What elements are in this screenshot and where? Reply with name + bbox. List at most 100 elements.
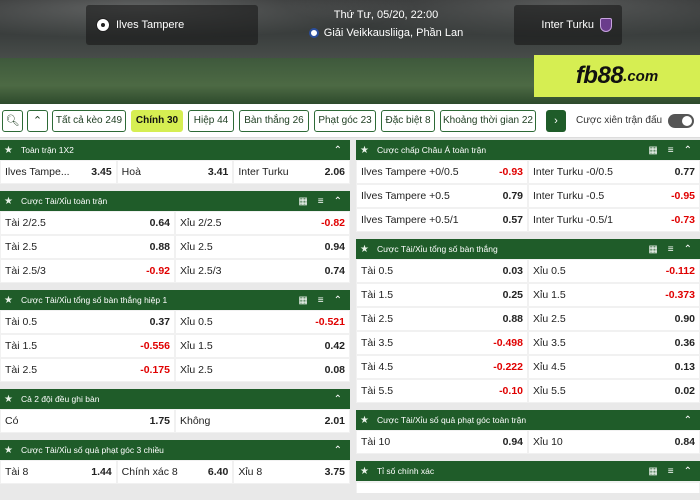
odds-cell[interactable]: Xỉu 10 0.84	[529, 431, 699, 453]
chevron-up-icon[interactable]: ⌃	[334, 145, 342, 156]
odds-cell[interactable]: Inter Turku 2.06	[234, 161, 350, 183]
odds-cell[interactable]: Xỉu 8 3.75	[234, 461, 350, 483]
star-icon[interactable]: ★	[4, 394, 13, 405]
selection-label: Xỉu 2/2.5	[180, 217, 222, 229]
odds-cell[interactable]: Không 2.01	[176, 410, 349, 432]
star-icon[interactable]: ★	[4, 145, 13, 156]
market-header[interactable]: ★ Tỉ số chính xác ▦ ≡ ⌃	[356, 461, 700, 481]
odds-cell[interactable]: Tài 0.5 0.03	[357, 260, 527, 282]
odds-cell[interactable]: Ilves Tampe... 3.45	[1, 161, 116, 183]
star-icon[interactable]: ★	[360, 415, 369, 426]
market-header[interactable]: ★ Cược Tài/Xỉu số quả phạt góc 3 chiều ⌃	[0, 440, 350, 460]
odds-cell[interactable]: Tài 4.5 -0.222	[357, 356, 527, 378]
odds-row: Ilves Tampere +0/0.5 -0.93 Inter Turku -0/…	[356, 160, 700, 184]
grid-icon[interactable]: ▦	[648, 244, 657, 255]
odds-cell[interactable]: Xỉu 1.5 0.42	[176, 335, 349, 357]
odds-cell[interactable]: Tài 8 1.44	[1, 461, 116, 483]
odds-cell[interactable]: Xỉu 1.5 -0.373	[529, 284, 699, 306]
grid-icon[interactable]: ▦	[298, 196, 307, 207]
search-icon[interactable]: 🔍︎	[2, 109, 23, 132]
tab-3[interactable]: Bàn thắng 26	[239, 109, 309, 132]
tab-6[interactable]: Khoảng thời gian 22	[440, 109, 536, 132]
selection-label: Tài 2/2.5	[5, 217, 46, 229]
odds-cell[interactable]: Xỉu 5.5 0.02	[529, 380, 699, 402]
chevron-up-icon[interactable]: ⌃	[684, 466, 692, 477]
sliders-icon[interactable]: ≡	[668, 244, 674, 255]
odds-cell[interactable]: Tài 2.5 -0.175	[1, 359, 174, 381]
odds-cell[interactable]: Tài 5.5 -0.10	[357, 380, 527, 402]
odds-cell[interactable]: Tài 2.5/3 -0.92	[1, 260, 174, 282]
star-icon[interactable]: ★	[360, 145, 369, 156]
odds-cell[interactable]: Tài 1.5 -0.556	[1, 335, 174, 357]
chevron-right-icon[interactable]: ›	[546, 109, 566, 132]
odds-cell[interactable]: Xỉu 2/2.5 -0.82	[176, 212, 349, 234]
chevron-up-icon[interactable]: ⌃	[334, 196, 342, 207]
odds-cell[interactable]: Inter Turku -0/0.5 0.77	[529, 161, 699, 183]
grid-icon[interactable]: ▦	[298, 295, 307, 306]
odds-cell[interactable]: Chính xác 8 6.40	[117, 461, 233, 483]
odds-cell[interactable]: Tài 1.5 0.25	[357, 284, 527, 306]
market-header[interactable]: ★ Toàn trận 1X2 ⌃	[0, 140, 350, 160]
odds-cell[interactable]: Xỉu 2.5 0.90	[529, 308, 699, 330]
odds-cell[interactable]: Có 1.75	[1, 410, 174, 432]
chevron-up-icon[interactable]: ⌃	[334, 394, 342, 405]
market-header[interactable]: ★ Cược Tài/Xỉu tổng số bàn thắng hiệp 1 ▦ ≡…	[0, 290, 350, 310]
sliders-icon[interactable]: ≡	[318, 196, 324, 207]
market-header[interactable]: ★ Cược Tài/Xỉu tổng số bàn thắng ▦ ≡ ⌃	[356, 239, 700, 259]
tab-2[interactable]: Hiệp 44	[188, 109, 234, 132]
tab-4[interactable]: Phạt góc 23	[314, 109, 376, 132]
star-icon[interactable]: ★	[360, 466, 369, 477]
odds-row: Tài 2.5 -0.175 Xỉu 2.5 0.08	[0, 358, 350, 382]
odds-value: -0.93	[499, 166, 523, 178]
odds-cell[interactable]: Tài 0.5 0.37	[1, 311, 174, 333]
selection-label: Không	[180, 415, 211, 427]
market-header[interactable]: ★ Cược Tài/Xỉu số quả phạt góc toàn trận ⌃	[356, 410, 700, 430]
odds-cell[interactable]: Xỉu 0.5 -0.521	[176, 311, 349, 333]
star-icon[interactable]: ★	[4, 196, 13, 207]
star-icon[interactable]: ★	[4, 295, 13, 306]
brand-logo[interactable]: fb88 .com	[534, 55, 700, 97]
tab-5[interactable]: Đặc biệt 8	[381, 109, 435, 132]
odds-cell[interactable]: Xỉu 4.5 0.13	[529, 356, 699, 378]
odds-cell[interactable]: Xỉu 2.5/3 0.74	[176, 260, 349, 282]
odds-cell[interactable]: Xỉu 3.5 0.36	[529, 332, 699, 354]
odds-cell[interactable]: Tài 2.5 0.88	[357, 308, 527, 330]
sliders-icon[interactable]: ≡	[318, 295, 324, 306]
odds-cell[interactable]: Ilves Tampere +0.5/1 0.57	[357, 209, 527, 231]
odds-cell[interactable]: Xỉu 2.5 0.94	[176, 236, 349, 258]
market-header[interactable]: ★ Cược Tài/Xỉu toàn trận ▦ ≡ ⌃	[0, 191, 350, 211]
odds-cell[interactable]: Xỉu 2.5 0.08	[176, 359, 349, 381]
odds-cell[interactable]: Tài 3.5 -0.498	[357, 332, 527, 354]
star-icon[interactable]: ★	[4, 445, 13, 456]
market-header[interactable]: ★ Cược chấp Châu Á toàn trận ▦ ≡ ⌃	[356, 140, 700, 160]
odds-cell[interactable]: Xỉu 0.5 -0.112	[529, 260, 699, 282]
grid-icon[interactable]: ▦	[648, 466, 657, 477]
sliders-icon[interactable]: ≡	[668, 145, 674, 156]
odds-cell[interactable]: Ilves Tampere +0.5 0.79	[357, 185, 527, 207]
selection-label: Xỉu 1.5	[180, 340, 213, 352]
tab-1[interactable]: Chính 30	[131, 109, 183, 132]
odds-cell[interactable]: Tài 2.5 0.88	[1, 236, 174, 258]
tab-0[interactable]: Tất cả kèo 249	[52, 109, 126, 132]
collapse-all-icon[interactable]: ⌃	[27, 109, 48, 132]
sliders-icon[interactable]: ≡	[668, 466, 674, 477]
parlay-toggle[interactable]	[668, 113, 695, 128]
market-section: ★ Cược Tài/Xỉu toàn trận ▦ ≡ ⌃ Tài 2/2.5 0.64 X…	[0, 191, 350, 283]
odds-cell[interactable]: Tài 10 0.94	[357, 431, 527, 453]
market-header[interactable]: ★ Cả 2 đội đều ghi bàn ⌃	[0, 389, 350, 409]
market-title: Toàn trận 1X2	[20, 145, 74, 155]
league-name: Giải Veikkausliiga, Phần Lan	[323, 27, 464, 39]
odds-cell[interactable]: Hoà 3.41	[117, 161, 233, 183]
odds-cell[interactable]: Inter Turku -0.5 -0.95	[529, 185, 699, 207]
odds-cell[interactable]: Tài 2/2.5 0.64	[1, 212, 174, 234]
chevron-up-icon[interactable]: ⌃	[334, 445, 342, 456]
chevron-up-icon[interactable]: ⌃	[684, 244, 692, 255]
odds-cell[interactable]: Ilves Tampere +0/0.5 -0.93	[357, 161, 527, 183]
odds-cell[interactable]: Inter Turku -0.5/1 -0.73	[529, 209, 699, 231]
star-icon[interactable]: ★	[360, 244, 369, 255]
chevron-up-icon[interactable]: ⌃	[334, 295, 342, 306]
chevron-up-icon[interactable]: ⌃	[684, 145, 692, 156]
chevron-up-icon[interactable]: ⌃	[684, 415, 692, 426]
grid-icon[interactable]: ▦	[648, 145, 657, 156]
odds-value: -0.112	[665, 265, 695, 277]
